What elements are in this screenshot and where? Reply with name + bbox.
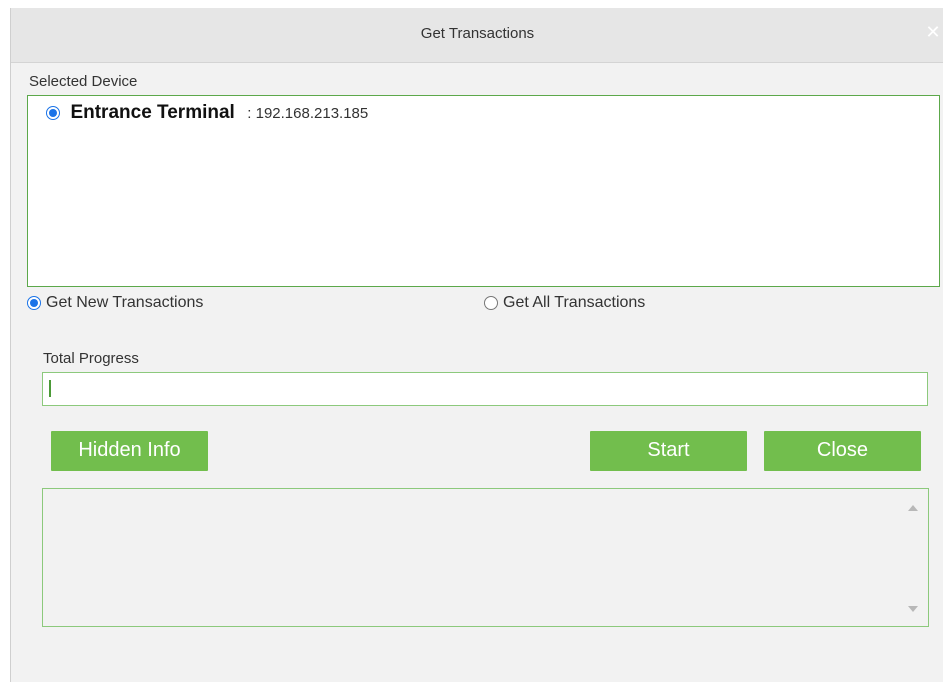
get-new-transactions-option[interactable]: Get New Transactions xyxy=(27,294,203,312)
hidden-info-button[interactable]: Hidden Info xyxy=(51,431,208,471)
title-bar: Get Transactions ✕ xyxy=(11,8,943,63)
device-radio[interactable] xyxy=(46,106,60,120)
scroll-down-icon[interactable] xyxy=(908,606,918,612)
get-all-transactions-option[interactable]: Get All Transactions xyxy=(484,294,645,312)
start-button[interactable]: Start xyxy=(590,431,747,471)
get-transactions-dialog: Get Transactions ✕ Selected Device Entra… xyxy=(10,8,943,682)
get-new-radio[interactable] xyxy=(27,296,41,310)
device-item[interactable]: Entrance Terminal : 192.168.213.185 xyxy=(46,102,368,124)
close-icon[interactable]: ✕ xyxy=(924,22,942,42)
get-new-label: Get New Transactions xyxy=(46,294,204,311)
device-list: Entrance Terminal : 192.168.213.185 xyxy=(27,95,940,287)
total-progress-bar xyxy=(42,372,928,406)
get-all-label: Get All Transactions xyxy=(503,294,646,311)
close-button[interactable]: Close xyxy=(764,431,921,471)
device-ip: : 192.168.213.185 xyxy=(247,104,369,122)
selected-device-label: Selected Device xyxy=(29,73,138,90)
dialog-title: Get Transactions xyxy=(420,25,535,42)
device-name: Entrance Terminal xyxy=(70,102,235,123)
get-all-radio[interactable] xyxy=(484,296,498,310)
scroll-up-icon[interactable] xyxy=(908,505,918,511)
progress-fill xyxy=(49,380,51,397)
log-output[interactable] xyxy=(42,488,929,627)
total-progress-label: Total Progress xyxy=(43,350,139,367)
